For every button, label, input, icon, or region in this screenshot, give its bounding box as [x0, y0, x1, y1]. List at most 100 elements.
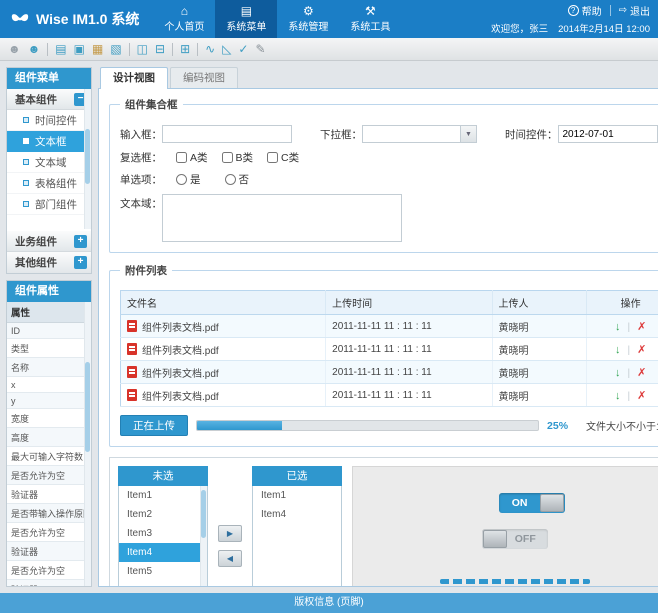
property-row[interactable]: 是否允许为空true — [7, 466, 91, 485]
list-item[interactable]: Item1 — [253, 486, 341, 505]
section-basic-components[interactable]: 基本组件 − — [7, 89, 91, 110]
checkbox-input[interactable] — [222, 152, 233, 163]
sidebar-scrollbar[interactable] — [84, 89, 91, 229]
divider — [610, 5, 611, 16]
selected-list: 已选 Item1 Item4 — [252, 466, 342, 587]
checkbox-class-c[interactable]: C类 — [267, 150, 299, 165]
delete-icon[interactable]: ✗ — [637, 390, 646, 402]
spacer — [7, 215, 91, 231]
sidebar-item-time-control[interactable]: 时间控件 — [7, 110, 91, 131]
calendar-icon[interactable]: ▧ — [110, 43, 121, 55]
scrollbar-thumb[interactable] — [85, 362, 90, 452]
section-label: 基本组件 — [15, 92, 57, 107]
list-item[interactable]: Item1 — [119, 486, 207, 505]
property-row[interactable]: 高度100 — [7, 428, 91, 447]
users-icon[interactable]: ☻ — [28, 43, 41, 55]
pencil-icon[interactable]: ✎ — [255, 43, 265, 55]
delete-icon[interactable]: ✗ — [637, 344, 646, 356]
download-icon[interactable]: ↓ — [615, 390, 621, 402]
image-icon[interactable]: ▦ — [92, 43, 103, 55]
list-item[interactable]: Item6 — [119, 581, 207, 587]
property-row[interactable]: 验证器true — [7, 580, 91, 588]
shape-icon[interactable]: ◺ — [222, 43, 231, 55]
label-icon[interactable]: ▣ — [74, 43, 85, 55]
delete-icon[interactable]: ✗ — [637, 367, 646, 379]
list-item[interactable]: Item2 — [119, 505, 207, 524]
table-icon[interactable]: ⊞ — [180, 43, 190, 55]
property-row[interactable]: IDtextarea_1 — [7, 323, 91, 339]
checkbox-input[interactable] — [176, 152, 187, 163]
radio-no[interactable]: 否 — [225, 172, 250, 187]
property-row[interactable]: 是否带输入操作原因10000 — [7, 504, 91, 523]
nav-item-system-menu[interactable]: ▤ 系统菜单 — [215, 0, 277, 38]
radio-input[interactable] — [176, 174, 187, 185]
list-item-selected[interactable]: Item4 — [119, 543, 207, 562]
property-row[interactable]: y67 — [7, 393, 91, 409]
nav-item-system-tools[interactable]: ⚒ 系统工具 — [339, 0, 401, 38]
input-icon[interactable]: ◫ — [137, 43, 148, 55]
dropdown-select[interactable]: ▼ — [362, 125, 477, 143]
scrollbar-thumb[interactable] — [85, 129, 90, 184]
checkbox-option-label: C类 — [281, 150, 299, 165]
welcome-bar: 欢迎您，张三 2014年2月14日 12:00 — [491, 21, 650, 35]
download-icon[interactable]: ↓ — [615, 344, 621, 356]
sidebar-item-textarea[interactable]: 文本域 — [7, 152, 91, 173]
property-row[interactable]: 是否允许为空true — [7, 523, 91, 542]
sidebar-item-table-component[interactable]: 表格组件 — [7, 173, 91, 194]
header-actions: ? 帮助 ⇨ 退出 — [568, 3, 650, 18]
property-name: 是否允许为空 — [7, 561, 91, 580]
logout-button[interactable]: ⇨ 退出 — [619, 3, 650, 18]
dropdown-icon[interactable]: ⊟ — [155, 43, 165, 55]
property-row[interactable]: 是否允许为空10000 — [7, 561, 91, 580]
time-input[interactable] — [558, 125, 658, 143]
property-row[interactable]: 宽度743 — [7, 409, 91, 428]
property-row[interactable]: 名称业务影响分析说明 — [7, 358, 91, 377]
sidebar-item-textbox[interactable]: 文本框 — [7, 131, 91, 152]
radio-option-label: 否 — [239, 172, 250, 187]
delete-icon[interactable]: ✗ — [637, 321, 646, 333]
toggle-knob[interactable] — [540, 494, 564, 512]
property-row[interactable]: 验证器null — [7, 485, 91, 504]
nav-item-home[interactable]: ⌂ 个人首页 — [153, 0, 215, 38]
move-right-button[interactable]: ▶ — [218, 525, 242, 542]
move-left-button[interactable]: ◀ — [218, 550, 242, 567]
radio-yes[interactable]: 是 — [176, 172, 201, 187]
checkbox-class-a[interactable]: A类 — [176, 150, 208, 165]
list-item[interactable]: Item4 — [253, 505, 341, 524]
list-item[interactable]: Item3 — [119, 524, 207, 543]
curve-icon[interactable]: ∿ — [205, 43, 215, 55]
expand-icon[interactable]: + — [74, 256, 87, 269]
check-icon[interactable]: ✓ — [238, 43, 248, 55]
tab-design-view[interactable]: 设计视图 — [100, 67, 168, 89]
scrollbar-thumb[interactable] — [201, 490, 206, 538]
section-other-components[interactable]: 其他组件 + — [7, 252, 91, 273]
upload-progress-fill — [197, 421, 282, 430]
download-icon[interactable]: ↓ — [615, 367, 621, 379]
toggle-knob[interactable] — [483, 530, 507, 548]
property-row[interactable]: 验证器10000 — [7, 542, 91, 561]
property-row[interactable]: 类型文本域组件 — [7, 339, 91, 358]
property-row[interactable]: x21 — [7, 377, 91, 393]
checkbox-input[interactable] — [267, 152, 278, 163]
uploading-button[interactable]: 正在上传 — [120, 415, 188, 436]
user-icon[interactable]: ☻ — [8, 43, 21, 55]
property-row[interactable]: 最大可输入字符数10000 — [7, 447, 91, 466]
textarea-field[interactable] — [162, 194, 402, 242]
expand-icon[interactable]: + — [74, 235, 87, 248]
section-business-components[interactable]: 业务组件 + — [7, 231, 91, 252]
radio-input[interactable] — [225, 174, 236, 185]
download-icon[interactable]: ↓ — [615, 321, 621, 333]
tab-code-view[interactable]: 编码视图 — [170, 67, 238, 89]
toggle-switch-on[interactable]: ON — [499, 493, 565, 513]
attachments-table: 文件名 上传时间 上传人 操作 组件列表文档.pdf 2011-11-11 11… — [120, 290, 658, 407]
list-item[interactable]: Item5 — [119, 562, 207, 581]
checkbox-class-b[interactable]: B类 — [222, 150, 254, 165]
toggle-switch-off[interactable]: OFF — [482, 529, 548, 549]
list-scrollbar[interactable] — [200, 486, 207, 587]
text-input[interactable] — [162, 125, 292, 143]
properties-scrollbar[interactable] — [84, 302, 91, 586]
sidebar-item-department-component[interactable]: 部门组件 — [7, 194, 91, 215]
nav-item-system-manage[interactable]: ⚙ 系统管理 — [277, 0, 339, 38]
panel-icon[interactable]: ▤ — [55, 43, 66, 55]
help-button[interactable]: ? 帮助 — [568, 3, 602, 18]
